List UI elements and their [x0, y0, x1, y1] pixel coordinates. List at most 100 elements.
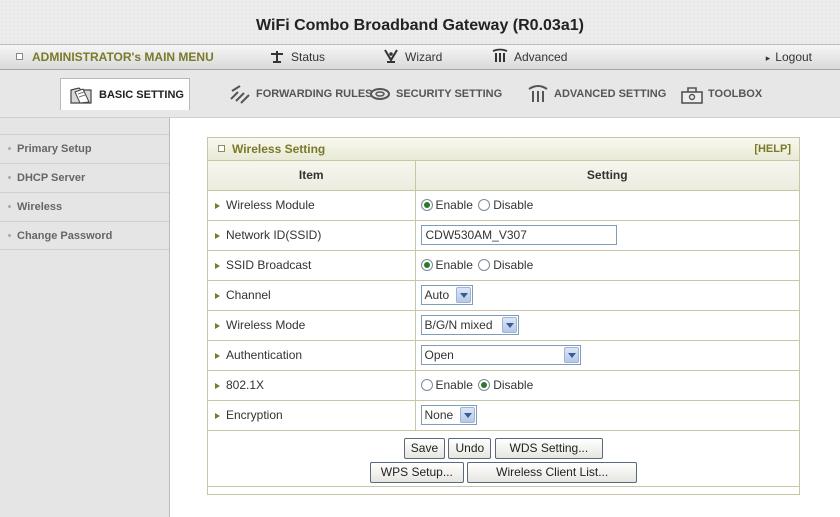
table-row: Authentication Open [208, 340, 799, 371]
ssid-broadcast-label: SSID Broadcast [226, 258, 312, 272]
arrow-right-icon [215, 293, 220, 299]
dot1x-disable-radio[interactable] [478, 379, 491, 391]
row-setting: Enable Disable [415, 190, 799, 221]
arrow-right-icon [215, 263, 220, 269]
forwarding-icon [230, 85, 250, 104]
settings-table: Item Setting Wireless Module Enable Disa… [208, 161, 799, 487]
antenna-icon [271, 51, 283, 63]
sidebar-item-change-password[interactable]: Change Password [0, 221, 169, 250]
button-cell: Save Undo WDS Setting... WPS Setup... Wi… [208, 430, 799, 487]
wizard-menu-item[interactable]: Wizard [382, 45, 442, 70]
ssid-broadcast-enable-radio[interactable] [420, 259, 433, 271]
radio-label: Disable [493, 198, 534, 212]
tab-security-setting-label: SECURITY SETTING [396, 88, 503, 100]
undo-button[interactable]: Undo [448, 437, 492, 459]
row-label: Wireless Mode [208, 310, 416, 341]
wireless-mode-label: Wireless Mode [226, 318, 306, 332]
tab-forwarding-rules[interactable]: FORWARDING RULES [220, 78, 373, 110]
wizard-label: Wizard [405, 50, 443, 64]
advanced-menu-item[interactable]: Advanced [491, 45, 567, 70]
table-row: Channel Auto [208, 280, 799, 311]
table-row: SSID Broadcast Enable Disable [208, 250, 799, 281]
sidebar: Primary Setup DHCP Server Wireless Chang… [0, 118, 170, 517]
bullet-icon [8, 176, 11, 179]
row-setting: Auto [415, 280, 799, 311]
radio-label: Enable [435, 258, 473, 272]
help-link[interactable]: [HELP] [754, 138, 791, 160]
sidebar-item-wireless[interactable]: Wireless [0, 192, 169, 221]
row-setting: Enable Disable [415, 250, 799, 281]
channel-label: Channel [226, 288, 271, 302]
sidebar-item-label: Wireless [17, 201, 63, 213]
wireless-module-enable-radio[interactable] [420, 199, 433, 211]
ssid-input[interactable]: CDW530AM_V307 [420, 225, 617, 245]
encryption-select[interactable]: None [420, 405, 477, 425]
radio-label: Disable [493, 378, 534, 392]
logout-link[interactable]: ▸ Logout [766, 45, 812, 70]
tab-security-setting[interactable]: SECURITY SETTING [360, 78, 502, 110]
authentication-select[interactable]: Open [420, 345, 581, 365]
tab-basic-setting-label: BASIC SETTING [99, 89, 184, 101]
button-row-primary: Save Undo WDS Setting... [208, 437, 799, 459]
tab-forwarding-rules-label: FORWARDING RULES [256, 88, 373, 100]
table-header-row: Item Setting [208, 161, 799, 191]
sidebar-item-label: DHCP Server [17, 172, 86, 184]
button-row-secondary: WPS Setup... Wireless Client List... [208, 461, 799, 483]
bullet-icon [8, 147, 11, 150]
wireless-client-list-button[interactable]: Wireless Client List... [467, 461, 638, 483]
title-bar: WiFi Combo Broadband Gateway (R0.03a1) [0, 0, 840, 44]
tab-toolbox[interactable]: TOOLBOX [672, 78, 762, 110]
sidebar-item-primary-setup[interactable]: Primary Setup [0, 134, 169, 163]
arrow-right-icon [215, 353, 220, 359]
encryption-value: None [424, 408, 454, 422]
admin-main-menu-label: ADMINISTRATOR's MAIN MENU [32, 50, 214, 64]
tab-toolbox-label: TOOLBOX [708, 88, 763, 100]
admin-main-menu-link[interactable]: ADMINISTRATOR's MAIN MENU [16, 45, 214, 70]
chevron-down-icon [563, 347, 579, 363]
row-label: Network ID(SSID) [208, 220, 416, 251]
radio-label: Enable [435, 198, 473, 212]
wps-setup-button[interactable]: WPS Setup... [369, 461, 464, 483]
wireless-module-label: Wireless Module [226, 198, 315, 212]
sidebar-item-label: Change Password [17, 230, 113, 242]
bullet-icon [8, 205, 11, 208]
sidebar-item-dhcp-server[interactable]: DHCP Server [0, 163, 169, 192]
arrow-right-icon [215, 413, 220, 419]
wds-setting-button[interactable]: WDS Setting... [494, 437, 604, 459]
wireless-mode-select[interactable]: B/G/N mixed [420, 315, 519, 335]
tab-advanced-setting[interactable]: ADVANCED SETTING [518, 78, 666, 110]
chevron-down-icon [459, 407, 475, 423]
row-setting: None [415, 400, 799, 431]
encryption-label: Encryption [226, 408, 283, 422]
authentication-value: Open [424, 348, 454, 362]
chevron-down-icon [455, 287, 471, 303]
panel-title-text: Wireless Setting [232, 142, 326, 156]
table-row: Network ID(SSID) CDW530AM_V307 [208, 220, 799, 251]
sub-menu: BASIC SETTING FORWARDING RULES SECURITY … [0, 70, 840, 118]
dot1x-label: 802.1X [226, 378, 265, 392]
row-label: SSID Broadcast [208, 250, 416, 281]
button-row: Save Undo WDS Setting... WPS Setup... Wi… [208, 430, 799, 487]
arrow-right-icon [215, 233, 220, 239]
radio-label: Disable [493, 258, 534, 272]
ssid-broadcast-disable-radio[interactable] [478, 259, 491, 271]
dot1x-enable-radio[interactable] [420, 379, 433, 391]
authentication-label: Authentication [226, 348, 303, 362]
arrow-right-icon [215, 383, 220, 389]
tab-advanced-setting-label: ADVANCED SETTING [554, 88, 667, 100]
wireless-module-disable-radio[interactable] [478, 199, 491, 211]
save-button[interactable]: Save [403, 437, 446, 459]
panel-title: Wireless Setting [218, 142, 325, 156]
panel-header: Wireless Setting [HELP] [208, 138, 799, 161]
ssid-label: Network ID(SSID) [226, 228, 322, 242]
row-label: Encryption [208, 400, 416, 431]
tab-basic-setting[interactable]: BASIC SETTING [60, 78, 190, 110]
logout-label: Logout [775, 50, 812, 64]
table-row: Wireless Mode B/G/N mixed [208, 310, 799, 341]
table-row: Wireless Module Enable Disable [208, 190, 799, 221]
status-menu-item[interactable]: Status [268, 45, 325, 70]
row-setting: B/G/N mixed [415, 310, 799, 341]
bullet-icon [8, 234, 11, 237]
channel-select[interactable]: Auto [420, 285, 473, 305]
column-header-setting: Setting [415, 161, 799, 191]
